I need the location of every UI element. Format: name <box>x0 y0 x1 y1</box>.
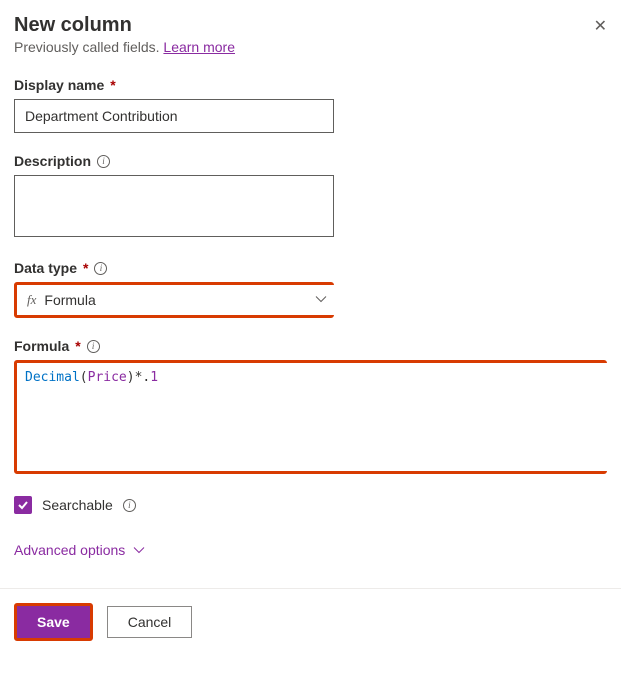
required-indicator: * <box>110 77 115 93</box>
data-type-label: Data type <box>14 260 77 276</box>
info-icon[interactable]: i <box>97 155 110 168</box>
panel-subtitle: Previously called fields. Learn more <box>14 39 235 55</box>
close-icon[interactable]: ✕ <box>594 16 607 36</box>
formula-label: Formula <box>14 338 69 354</box>
searchable-checkbox[interactable] <box>14 496 32 514</box>
chevron-down-icon <box>133 544 145 556</box>
info-icon[interactable]: i <box>94 262 107 275</box>
learn-more-link[interactable]: Learn more <box>163 39 235 55</box>
fx-icon: fx <box>27 292 36 308</box>
description-input[interactable] <box>14 175 334 237</box>
searchable-label: Searchable <box>42 497 113 513</box>
chevron-down-icon <box>315 292 327 308</box>
required-indicator: * <box>83 260 88 276</box>
display-name-label: Display name <box>14 77 104 93</box>
advanced-options-label: Advanced options <box>14 542 125 558</box>
data-type-select[interactable]: fx Formula <box>17 285 337 315</box>
required-indicator: * <box>75 338 80 354</box>
save-button[interactable]: Save <box>17 606 90 638</box>
advanced-options-toggle[interactable]: Advanced options <box>14 542 607 558</box>
description-label: Description <box>14 153 91 169</box>
formula-input[interactable]: Decimal(Price)*.1 <box>17 363 617 471</box>
cancel-button[interactable]: Cancel <box>107 606 193 638</box>
panel-title: New column <box>14 14 235 37</box>
data-type-value: Formula <box>44 292 95 308</box>
info-icon[interactable]: i <box>87 340 100 353</box>
display-name-input[interactable] <box>14 99 334 133</box>
subtitle-text: Previously called fields. <box>14 39 163 55</box>
info-icon[interactable]: i <box>123 499 136 512</box>
